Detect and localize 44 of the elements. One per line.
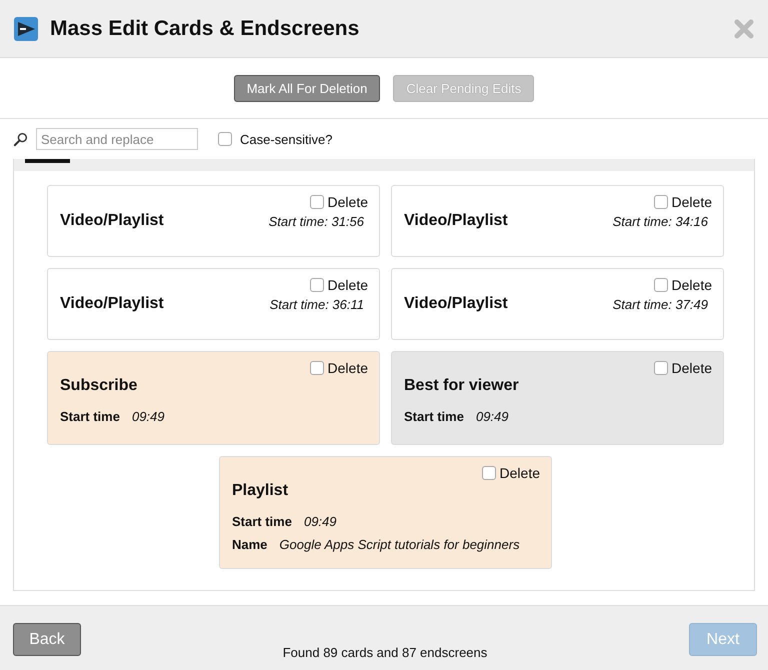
search-field[interactable]: Search and replace [36,128,198,150]
field-value: 09:49 [304,514,337,529]
card-title: Subscribe [60,377,138,395]
tab-indicator [25,159,70,163]
field-value: Google Apps Script tutorials for beginners [279,537,520,552]
delete-label: Delete [328,194,368,210]
card-title: Video/Playlist [404,212,508,230]
card-title: Playlist [232,482,290,500]
checkbox[interactable] [654,361,668,375]
checkbox[interactable] [310,195,324,209]
checkbox[interactable] [654,278,668,292]
toolbar-button[interactable]: Mark All For Deletion [234,74,380,102]
delete-label: Delete [328,360,368,376]
delete-label: Delete [672,277,712,293]
checkbox[interactable] [482,466,496,480]
field-label: Start time [60,409,120,424]
checkbox-label: Case-sensitive? [240,132,332,146]
delete-label: Delete [672,194,712,210]
search-icon [13,132,28,146]
close-icon[interactable] [734,18,754,38]
checkbox[interactable] [310,361,324,375]
start-time: Start time: 31:56 [268,214,364,228]
start-time: Start time: 36:11 [270,296,364,312]
start-time: Start time: 37:49 [612,296,708,312]
field-label: Start time [404,409,464,424]
checkbox[interactable] [654,195,668,209]
field-label: Name [232,537,268,552]
card-title: Video/Playlist [404,295,508,313]
field-value: 09:49 [132,409,165,424]
delete-label: Delete [672,360,712,376]
field-label: Start time [232,514,292,529]
checkbox[interactable] [218,132,232,146]
status-text: Found 89 cards and 87 endscreens [282,645,488,660]
checkbox[interactable] [310,278,324,292]
logo-icon [14,16,38,40]
card-title: Video/Playlist [60,295,164,313]
delete-label: Delete [500,465,540,481]
window-title: Mass Edit Cards & Endscreens [50,16,360,40]
card-title: Video/Playlist [60,212,164,230]
card-title: Best for viewer [404,377,520,395]
field-value: 09:49 [476,409,509,424]
start-time: Start time: 34:16 [612,214,708,228]
back-button[interactable]: Back [13,623,81,656]
delete-label: Delete [328,277,368,293]
